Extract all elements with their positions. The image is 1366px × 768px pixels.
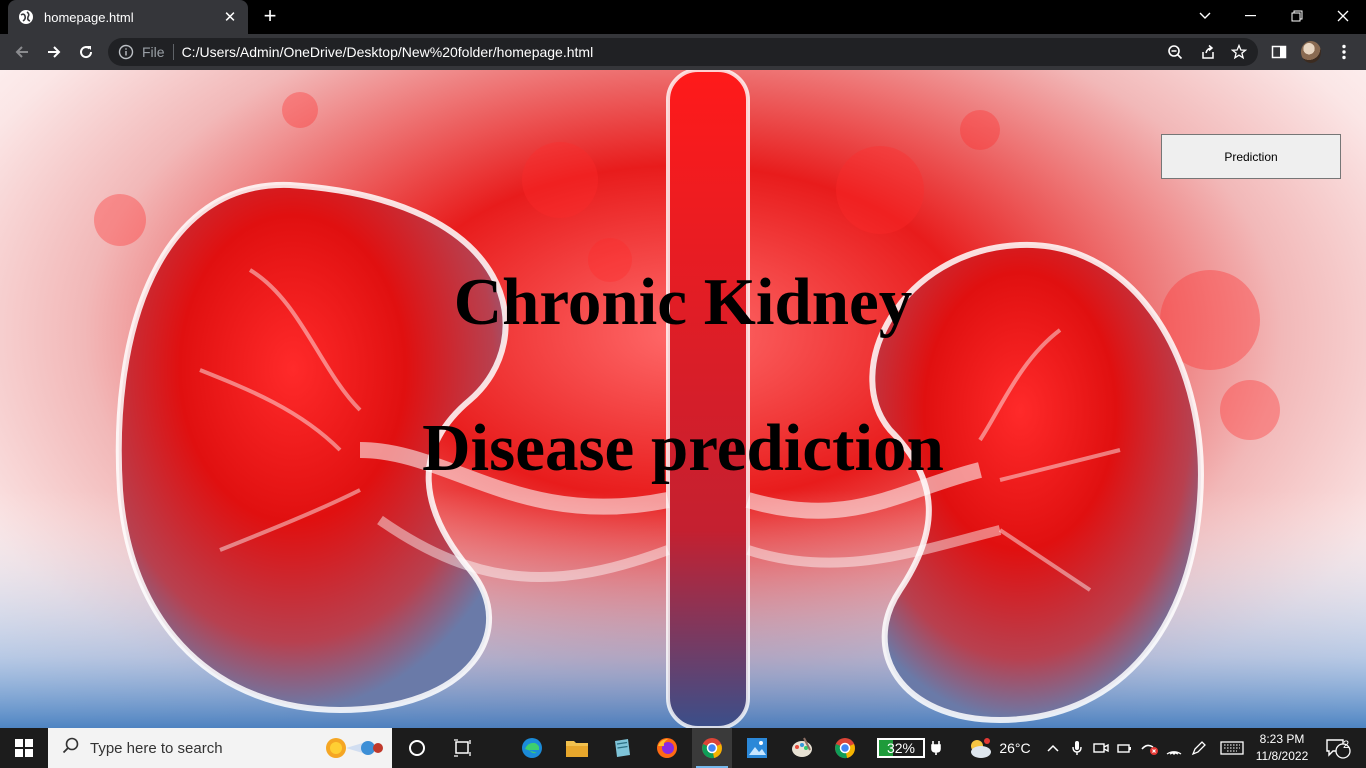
task-view-icon[interactable] [444, 728, 482, 768]
notification-count: 2 [1342, 739, 1350, 751]
chrome-icon[interactable] [825, 728, 865, 768]
cortana-icon[interactable] [398, 728, 436, 768]
notification-center-icon[interactable]: 2 [1318, 728, 1358, 768]
homepage-content: Chronic Kidney Disease prediction Predic… [0, 70, 1366, 728]
clock[interactable]: 8:23 PM 11/8/2022 [1250, 728, 1314, 768]
weather-widget[interactable]: 26°C [964, 728, 1034, 768]
browser-toolbar: File C:/Users/Admin/OneDrive/Desktop/New… [0, 34, 1366, 70]
browser-tab[interactable]: homepage.html ✕ [8, 0, 248, 34]
weather-icon [971, 738, 992, 758]
share-icon[interactable] [1198, 42, 1218, 62]
browser-tab-strip: homepage.html ✕ + [0, 0, 1366, 34]
plug-icon[interactable] [928, 728, 944, 768]
prediction-button[interactable]: Prediction [1161, 134, 1341, 179]
page-title-line-1: Chronic Kidney [453, 265, 913, 339]
bookmark-star-icon[interactable] [1229, 42, 1249, 62]
minimize-button[interactable] [1228, 0, 1274, 32]
tab-close-icon[interactable]: ✕ [222, 9, 238, 26]
url-text[interactable]: C:/Users/Admin/OneDrive/Desktop/New%20fo… [182, 44, 594, 60]
globe-icon [18, 9, 34, 25]
camera-icon[interactable] [1092, 728, 1110, 768]
battery-percent: 32% [877, 738, 925, 758]
power-plug-icon[interactable] [1116, 728, 1134, 768]
kebab-menu-icon[interactable] [1334, 42, 1354, 62]
avatar [1301, 41, 1321, 63]
firefox-icon[interactable] [647, 728, 687, 768]
start-button[interactable] [0, 728, 48, 768]
windows-taskbar: Type here to search 32% 26°C 8:23 PM 11/… [0, 728, 1366, 768]
reload-button[interactable] [72, 38, 100, 66]
notepad-icon[interactable] [602, 728, 642, 768]
site-type-label: File [142, 44, 165, 60]
weather-temp: 26°C [999, 740, 1031, 756]
address-divider [172, 44, 174, 60]
back-button[interactable] [8, 38, 36, 66]
microphone-icon[interactable] [1068, 728, 1086, 768]
restore-button[interactable] [1274, 0, 1320, 32]
profile-avatar[interactable] [1301, 41, 1321, 63]
search-placeholder: Type here to search [90, 739, 223, 757]
clock-date: 11/8/2022 [1255, 749, 1309, 763]
file-explorer-icon[interactable] [557, 728, 597, 768]
new-tab-button[interactable]: + [258, 5, 282, 29]
network-disconnected-icon[interactable] [1140, 728, 1160, 768]
side-panel-icon[interactable] [1269, 42, 1289, 62]
tab-search-icon[interactable] [1182, 0, 1228, 32]
window-close-button[interactable] [1320, 0, 1366, 32]
search-icon [62, 737, 80, 759]
battery-indicator[interactable]: 32% [873, 728, 929, 768]
clock-time: 8:23 PM [1259, 732, 1305, 746]
pen-icon[interactable] [1190, 728, 1208, 768]
windows-logo-icon [15, 739, 33, 757]
keyboard-icon[interactable] [1218, 728, 1246, 768]
tab-title: homepage.html [44, 9, 134, 25]
show-hidden-icons-chevron-icon[interactable] [1044, 728, 1062, 768]
taskbar-search-box[interactable]: Type here to search [48, 728, 392, 768]
chrome-active-icon[interactable] [692, 728, 732, 768]
zoom-out-icon[interactable] [1165, 42, 1185, 62]
address-bar[interactable]: File C:/Users/Admin/OneDrive/Desktop/New… [108, 38, 1258, 66]
info-icon[interactable] [118, 44, 134, 60]
photos-icon[interactable] [737, 728, 777, 768]
edge-icon[interactable] [512, 728, 552, 768]
page-title-line-2: Disease prediction [422, 411, 944, 485]
search-highlight-icon[interactable] [322, 736, 386, 760]
forward-button[interactable] [40, 38, 68, 66]
paint-icon[interactable] [782, 728, 822, 768]
wifi-icon[interactable] [1165, 728, 1183, 768]
